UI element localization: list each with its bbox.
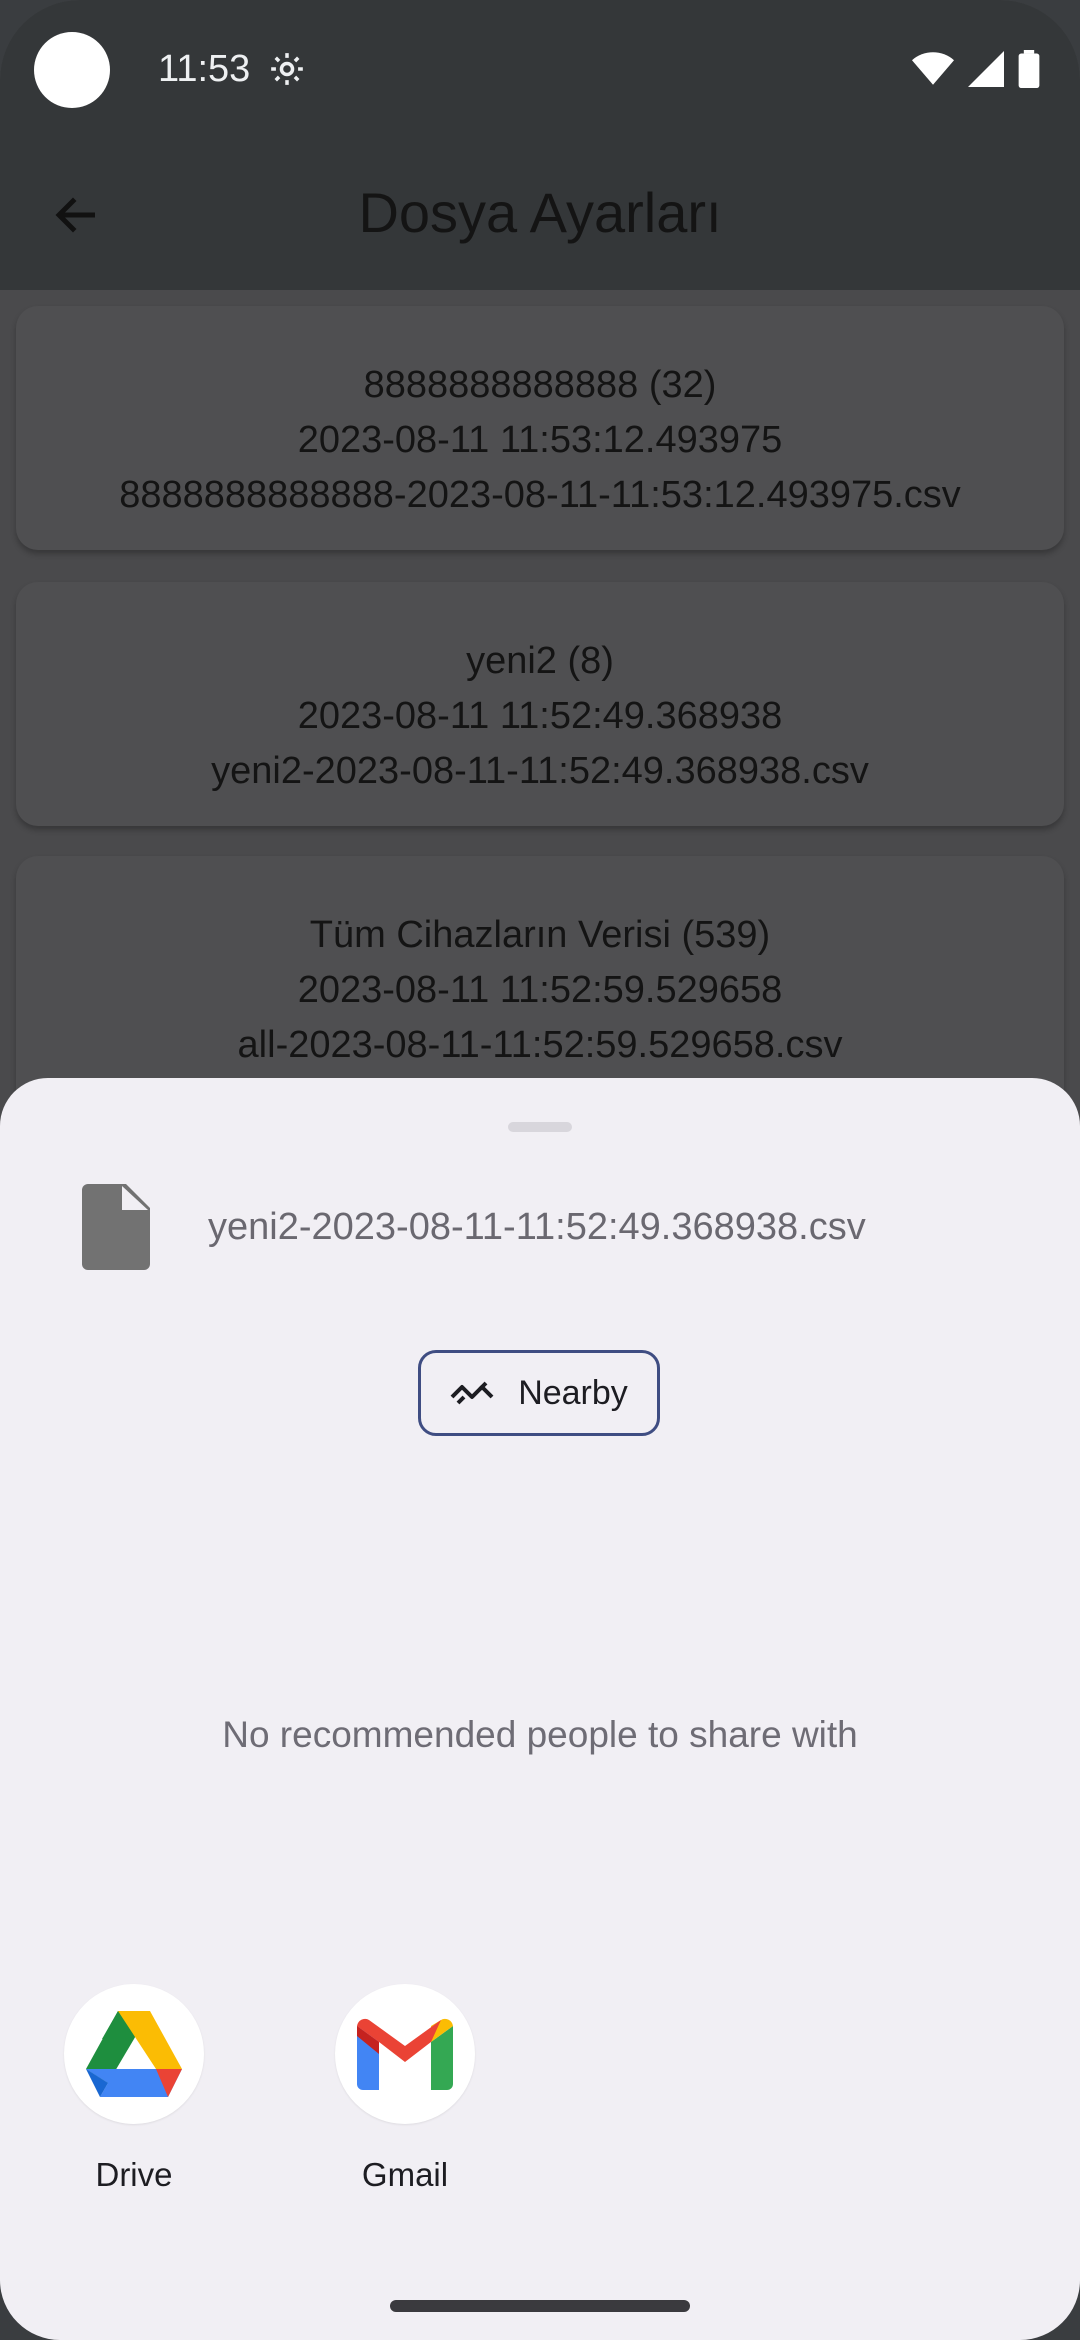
document-file-icon (80, 1184, 150, 1275)
status-time: 11:53 (158, 48, 251, 90)
page-title: Dosya Ayarları (358, 181, 722, 244)
file-card-filename: yeni2-2023-08-11-11:52:49.368938.csv (211, 750, 869, 792)
shared-file-name: yeni2-2023-08-11-11:52:49.368938.csv (208, 1206, 866, 1248)
nearby-share-icon (450, 1381, 494, 1405)
app-label: Gmail (361, 2156, 449, 2193)
gmail-icon (357, 2018, 453, 2090)
battery-icon (1018, 50, 1040, 88)
file-card-filename: 8888888888888-2023-08-11-11:53:12.493975… (119, 474, 961, 516)
google-drive-icon (86, 2011, 182, 2097)
share-target-drive[interactable]: Drive (64, 1984, 204, 2194)
file-card[interactable]: 8888888888888 (32) 2023-08-11 11:53:12.4… (16, 306, 1064, 550)
status-bar: 11:53 (0, 0, 1080, 140)
file-card-date: 2023-08-11 11:52:49.368938 (297, 695, 783, 737)
settings-gear-icon (268, 50, 306, 93)
drag-handle[interactable] (508, 1122, 572, 1132)
file-card-date: 2023-08-11 11:53:12.493975 (297, 419, 783, 461)
no-recommendations-text: No recommended people to share with (222, 1714, 858, 1755)
file-card-title: Tüm Cihazların Verisi (539) (309, 914, 771, 956)
app-label: Drive (95, 2156, 173, 2193)
file-card[interactable]: yeni2 (8) 2023-08-11 11:52:49.368938 yen… (16, 582, 1064, 826)
file-card-title: 8888888888888 (32) (363, 364, 717, 406)
file-card-date: 2023-08-11 11:52:59.529658 (297, 969, 783, 1011)
camera-cutout (34, 32, 110, 108)
share-target-gmail[interactable]: Gmail (335, 1984, 475, 2194)
wifi-icon (912, 52, 954, 85)
file-card-title: yeni2 (8) (466, 640, 614, 682)
nearby-label: Nearby (518, 1373, 628, 1412)
signal-icon (968, 51, 1004, 87)
file-card[interactable]: Tüm Cihazların Verisi (539) 2023-08-11 1… (16, 856, 1064, 1116)
file-list: 8888888888888 (32) 2023-08-11 11:53:12.4… (0, 290, 1080, 1116)
gesture-nav-bar[interactable] (390, 2300, 690, 2312)
share-sheet: yeni2-2023-08-11-11:52:49.368938.csv Nea… (0, 1078, 1080, 2340)
nearby-share-button[interactable]: Nearby (418, 1350, 660, 1436)
app-bar: Dosya Ayarları (0, 140, 1080, 290)
system-icons (912, 50, 1040, 88)
phone-screen: 11:53 Dosya Ayarları 8888888888888 (32) … (0, 0, 1080, 2340)
file-card-filename: all-2023-08-11-11:52:59.529658.csv (237, 1024, 843, 1066)
